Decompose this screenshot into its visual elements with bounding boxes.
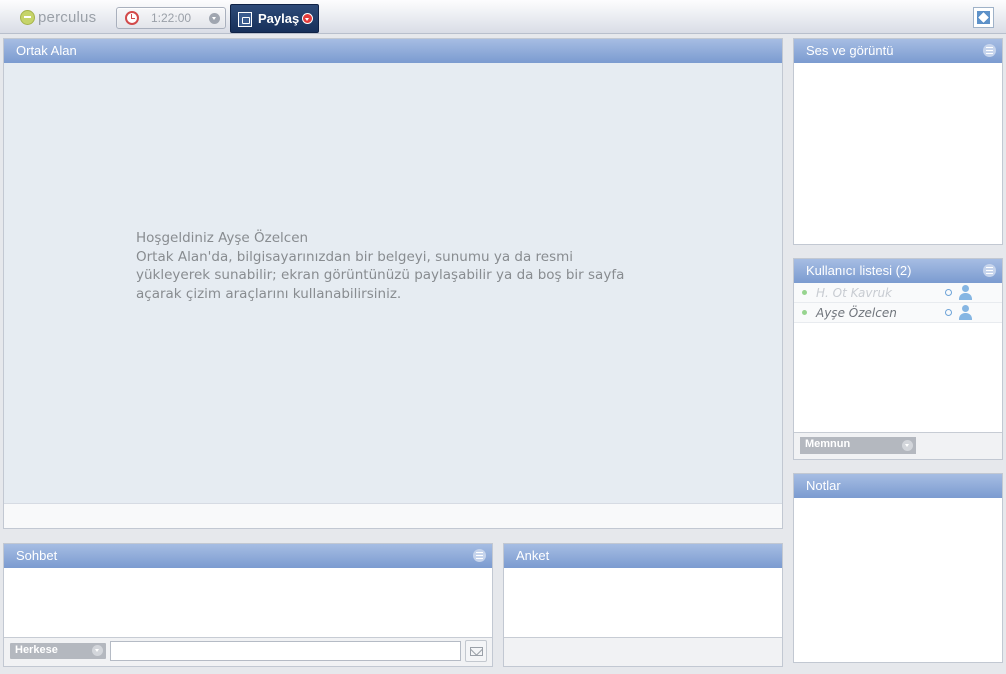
notes-panel: Notlar — [793, 473, 1003, 663]
share-icon — [238, 12, 252, 27]
chat-messages — [4, 568, 492, 638]
panel-title: Notlar — [806, 478, 841, 493]
chat-footer: Herkese — [4, 638, 492, 666]
user-list-footer: Memnun — [794, 433, 1002, 459]
shared-area-footer — [4, 503, 782, 528]
recipient-dropdown[interactable]: Herkese — [10, 643, 106, 659]
envelope-icon — [470, 647, 483, 656]
menu-icon[interactable] — [983, 264, 996, 277]
shared-area-canvas[interactable]: Hoşgeldiniz Ayşe Özelcen Ortak Alan'da, … — [4, 63, 782, 503]
welcome-text-line: açarak çizim araçlarını kullanabilirsini… — [136, 285, 402, 302]
status-ring-icon — [945, 309, 952, 316]
chevron-down-icon[interactable] — [209, 13, 220, 24]
audio-video-body — [794, 63, 1002, 244]
menu-icon[interactable] — [983, 44, 996, 57]
send-button[interactable] — [465, 640, 487, 662]
timer-value: 1:22:00 — [151, 11, 192, 25]
chevron-down-icon — [302, 13, 313, 24]
welcome-text-line: yükleyerek sunabilir; ekran görüntünüzü … — [136, 267, 625, 283]
recipient-label: Herkese — [15, 644, 58, 656]
panel-title: Anket — [516, 548, 550, 563]
perculus-logo-icon — [20, 9, 35, 25]
fullscreen-icon[interactable] — [973, 7, 994, 28]
session-timer[interactable]: 1:22:00 — [116, 7, 226, 29]
app-logo: perculus — [20, 7, 96, 27]
shared-area-header: Ortak Alan — [4, 39, 782, 63]
online-status-icon — [802, 310, 807, 315]
user-name: Ayşe Özelcen — [816, 306, 897, 320]
panel-title: Ses ve görüntü — [806, 43, 894, 58]
mood-label: Memnun — [805, 438, 851, 450]
share-label: Paylaş — [258, 11, 300, 26]
shared-area-panel: Ortak Alan Hoşgeldiniz Ayşe Özelcen Orta… — [3, 38, 783, 529]
poll-header: Anket — [504, 544, 782, 568]
panel-title: Kullanıcı listesi (2) — [806, 263, 912, 278]
chevron-down-icon — [92, 645, 103, 656]
user-list-panel: Kullanıcı listesi (2) H. Ot Kavruk Ayşe … — [793, 258, 1003, 460]
panel-title: Ortak Alan — [16, 43, 77, 58]
panel-title: Sohbet — [16, 548, 58, 563]
user-name: H. Ot Kavruk — [816, 286, 893, 300]
notes-header: Notlar — [794, 474, 1002, 498]
poll-footer — [504, 638, 782, 666]
poll-body — [504, 568, 782, 638]
user-list-header: Kullanıcı listesi (2) — [794, 259, 1002, 283]
audio-video-panel: Ses ve görüntü — [793, 38, 1003, 245]
poll-panel: Anket — [503, 543, 783, 667]
list-item[interactable]: H. Ot Kavruk — [794, 283, 1002, 303]
chat-header: Sohbet — [4, 544, 492, 568]
user-icon[interactable] — [958, 305, 972, 320]
mood-dropdown[interactable]: Memnun — [800, 437, 916, 454]
logo-text: perculus — [38, 8, 97, 26]
menu-icon[interactable] — [473, 549, 486, 562]
user-icon[interactable] — [958, 285, 972, 300]
online-status-icon — [802, 290, 807, 295]
welcome-message: Hoşgeldiniz Ayşe Özelcen Ortak Alan'da, … — [136, 229, 624, 303]
welcome-text-line: Ortak Alan'da, bilgisayarınızdan bir bel… — [136, 248, 574, 265]
clock-icon — [125, 11, 139, 25]
top-bar: perculus 1:22:00 Paylaş — [0, 0, 1006, 34]
status-ring-icon — [945, 289, 952, 296]
list-item[interactable]: Ayşe Özelcen — [794, 303, 1002, 323]
chat-input[interactable] — [110, 641, 461, 661]
chat-panel: Sohbet Herkese — [3, 543, 493, 667]
welcome-title: Hoşgeldiniz Ayşe Özelcen — [136, 230, 309, 246]
share-button[interactable]: Paylaş — [230, 4, 319, 33]
chevron-down-icon — [902, 440, 913, 451]
audio-video-header: Ses ve görüntü — [794, 39, 1002, 63]
user-list: H. Ot Kavruk Ayşe Özelcen — [794, 283, 1002, 433]
notes-body[interactable] — [794, 498, 1002, 662]
